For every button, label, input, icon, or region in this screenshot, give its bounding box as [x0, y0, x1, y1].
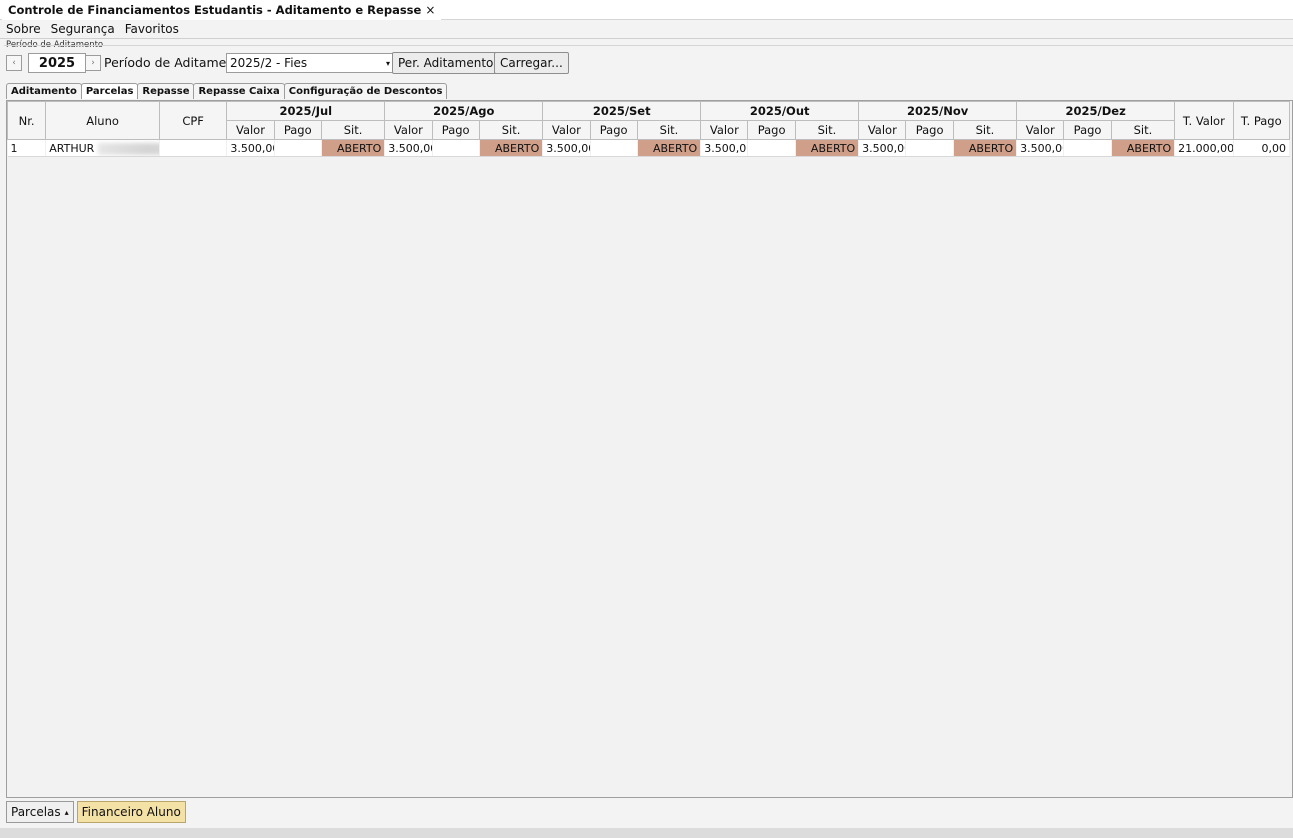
- subtab-bar: Aditamento Parcelas Repasse Repasse Caix…: [6, 83, 448, 99]
- cell-valor: 3.500,00: [858, 139, 907, 157]
- period-toolbar: ‹ 2025 › Período de Aditamento: 2025/2 -…: [6, 52, 1286, 74]
- cell-valor: 3.500,00: [384, 139, 433, 157]
- header-valor[interactable]: Valor: [700, 120, 749, 140]
- menu-bar: Sobre Segurança Favoritos: [0, 20, 1293, 39]
- document-tab[interactable]: Controle de Financiamentos Estudantis - …: [2, 0, 442, 20]
- period-select-value: 2025/2 - Fies: [230, 56, 308, 70]
- header-pago[interactable]: Pago: [273, 120, 322, 140]
- header-month-dez: 2025/Dez: [1016, 101, 1176, 121]
- financeiro-aluno-label: Financeiro Aluno: [81, 805, 181, 819]
- cell-t-valor: 21.000,00: [1174, 139, 1234, 157]
- tab-aditamento[interactable]: Aditamento: [6, 83, 82, 99]
- tab-repasse-caixa[interactable]: Repasse Caixa: [193, 83, 285, 99]
- header-valor[interactable]: Valor: [226, 120, 275, 140]
- parcelas-menu-button[interactable]: Parcelas ▴: [6, 801, 74, 823]
- header-valor[interactable]: Valor: [542, 120, 591, 140]
- header-sit[interactable]: Sit.: [320, 120, 386, 140]
- period-select[interactable]: 2025/2 - Fies ▾: [226, 53, 394, 73]
- header-pago[interactable]: Pago: [747, 120, 796, 140]
- cell-pago: [747, 139, 796, 157]
- cell-sit-status: ABERTO: [321, 139, 386, 157]
- header-valor[interactable]: Valor: [858, 120, 907, 140]
- document-tab-title: Controle de Financiamentos Estudantis - …: [8, 3, 422, 17]
- header-pago[interactable]: Pago: [905, 120, 954, 140]
- cell-valor: 3.500,00: [226, 139, 275, 157]
- prev-year-button[interactable]: ‹: [6, 55, 22, 71]
- header-sit[interactable]: Sit.: [952, 120, 1018, 140]
- chevron-left-icon: ‹: [12, 58, 16, 68]
- parcelas-menu-label: Parcelas: [11, 805, 61, 819]
- header-month-nov: 2025/Nov: [858, 101, 1018, 121]
- cell-pago: [274, 139, 322, 157]
- header-cpf[interactable]: CPF: [158, 101, 228, 140]
- year-field[interactable]: 2025: [28, 53, 86, 73]
- parcelas-grid[interactable]: Nr. Aluno CPF 2025/Jul 2025/Ago 2025/Set…: [6, 100, 1293, 798]
- header-pago[interactable]: Pago: [1063, 120, 1112, 140]
- carregar-button[interactable]: Carregar...: [494, 52, 569, 74]
- period-group-divider: [4, 45, 1293, 46]
- document-tab-bar: Controle de Financiamentos Estudantis - …: [0, 0, 1293, 20]
- table-row[interactable]: 1 ARTHUR 3.500,00 ABERTO 3.500,00 ABERTO…: [7, 139, 1290, 157]
- cell-pago: [905, 139, 954, 157]
- cell-sit-status: ABERTO: [479, 139, 544, 157]
- tab-configuracao-descontos[interactable]: Configuração de Descontos: [283, 83, 448, 99]
- carregar-label: Carregar...: [500, 56, 563, 70]
- cell-nr: 1: [7, 139, 47, 157]
- cell-sit-status: ABERTO: [1111, 139, 1176, 157]
- cell-t-pago: 0,00: [1233, 139, 1290, 157]
- cell-cpf: [159, 139, 228, 157]
- redacted-name: [98, 142, 159, 155]
- header-sit[interactable]: Sit.: [636, 120, 702, 140]
- next-year-button[interactable]: ›: [85, 55, 101, 71]
- menu-sobre[interactable]: Sobre: [6, 22, 41, 36]
- header-valor[interactable]: Valor: [384, 120, 433, 140]
- cell-sit-status: ABERTO: [637, 139, 702, 157]
- header-t-valor[interactable]: T. Valor: [1174, 101, 1234, 140]
- close-icon[interactable]: ×: [425, 3, 435, 17]
- cell-valor: 3.500,00: [700, 139, 749, 157]
- per-aditamento-label: Per. Aditamento: [398, 56, 494, 70]
- header-sit[interactable]: Sit.: [794, 120, 860, 140]
- header-month-out: 2025/Out: [700, 101, 860, 121]
- tab-parcelas[interactable]: Parcelas: [80, 83, 139, 99]
- cell-valor: 3.500,00: [1016, 139, 1065, 157]
- cell-pago: [590, 139, 638, 157]
- cell-sit-status: ABERTO: [953, 139, 1018, 157]
- chevron-right-icon: ›: [91, 58, 95, 68]
- header-aluno[interactable]: Aluno: [45, 101, 160, 140]
- financeiro-aluno-button[interactable]: Financeiro Aluno: [76, 801, 186, 823]
- cell-sit-status: ABERTO: [795, 139, 860, 157]
- cell-pago: [432, 139, 480, 157]
- dropdown-arrow-icon: ▾: [385, 59, 390, 68]
- menu-favoritos[interactable]: Favoritos: [125, 22, 179, 36]
- header-t-pago[interactable]: T. Pago: [1232, 101, 1290, 140]
- header-sit[interactable]: Sit.: [1110, 120, 1176, 140]
- header-pago[interactable]: Pago: [431, 120, 480, 140]
- header-nr[interactable]: Nr.: [7, 101, 47, 140]
- caret-up-icon: ▴: [64, 807, 69, 817]
- header-sit[interactable]: Sit.: [478, 120, 544, 140]
- header-valor[interactable]: Valor: [1016, 120, 1065, 140]
- menu-divider: [0, 38, 1293, 39]
- status-bar: [0, 828, 1293, 838]
- cell-aluno: ARTHUR: [45, 139, 160, 157]
- cell-valor: 3.500,00: [542, 139, 591, 157]
- header-month-set: 2025/Set: [542, 101, 702, 121]
- header-month-ago: 2025/Ago: [384, 101, 544, 121]
- bottom-toolbar: Parcelas ▴ Financeiro Aluno: [6, 801, 186, 825]
- cell-aluno-text: ARTHUR: [49, 141, 95, 155]
- parcelas-table: Nr. Aluno CPF 2025/Jul 2025/Ago 2025/Set…: [7, 101, 1290, 157]
- header-pago[interactable]: Pago: [589, 120, 638, 140]
- per-aditamento-button[interactable]: Per. Aditamento ▾: [392, 52, 509, 74]
- header-month-jul: 2025/Jul: [226, 101, 386, 121]
- menu-seguranca[interactable]: Segurança: [51, 22, 115, 36]
- tab-repasse[interactable]: Repasse: [137, 83, 195, 99]
- cell-pago: [1063, 139, 1112, 157]
